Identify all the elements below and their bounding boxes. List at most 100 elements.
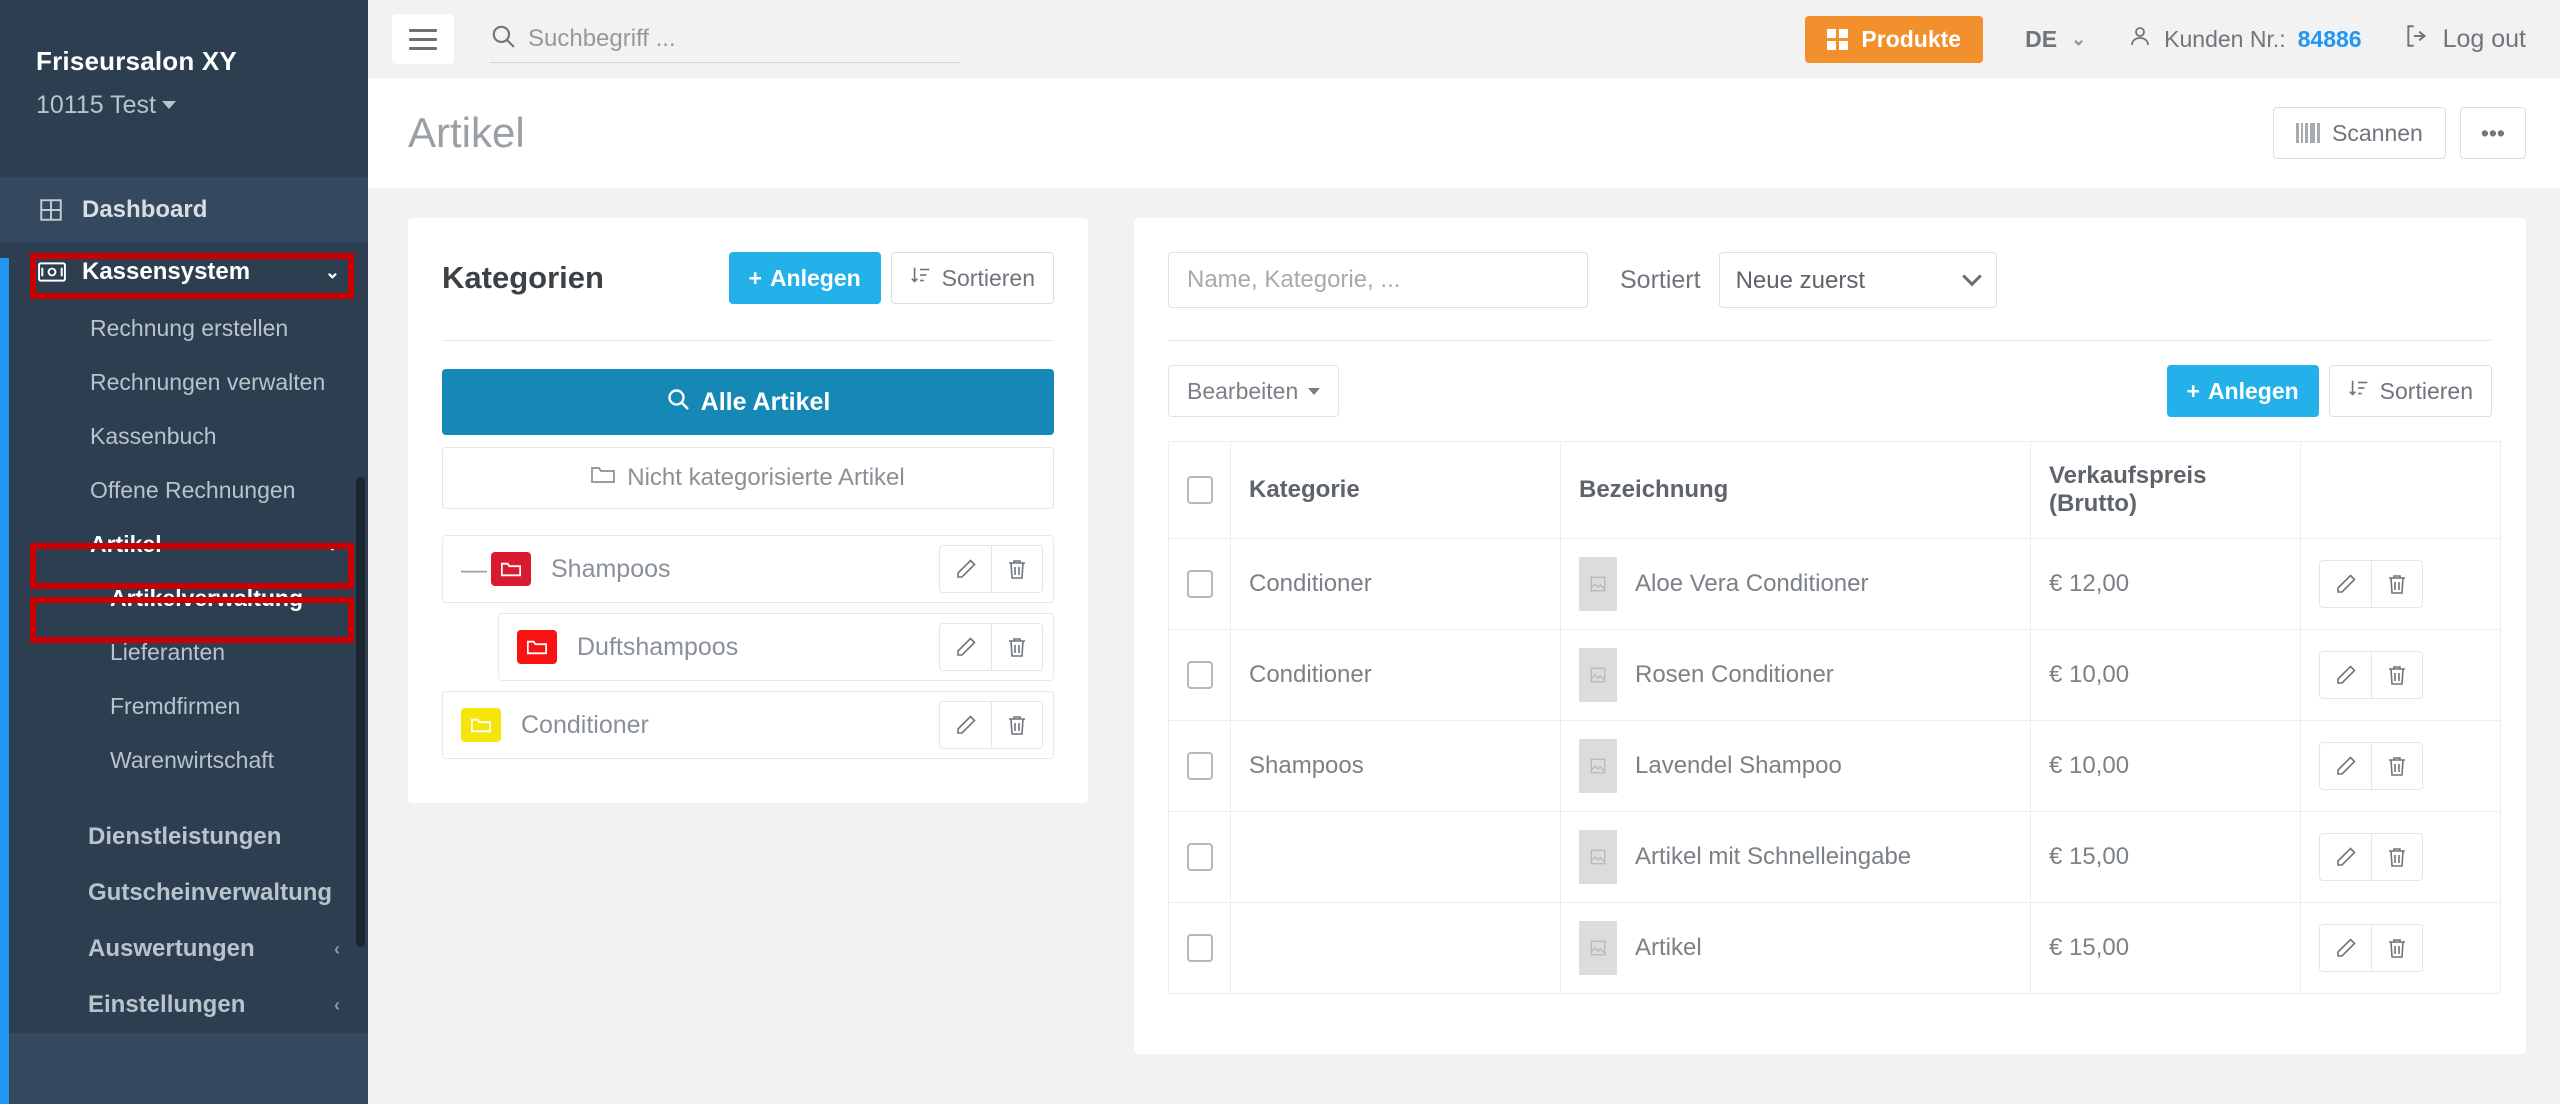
- delete-icon[interactable]: [2371, 651, 2423, 699]
- divider: [1168, 340, 2492, 341]
- all-articles-button[interactable]: Alle Artikel: [442, 369, 1054, 435]
- row-select-cell: [1168, 720, 1231, 812]
- sidebar-item-warenwirtschaft[interactable]: Warenwirtschaft: [0, 733, 368, 787]
- sidebar-item-gutscheinverwaltung[interactable]: Gutscheinverwaltung: [0, 865, 368, 921]
- category-tree: — Shampoos Duftshampoos Conditioner: [442, 535, 1054, 759]
- row-checkbox[interactable]: [1187, 934, 1213, 962]
- category-tree-item[interactable]: — Shampoos: [442, 535, 1054, 603]
- edit-icon[interactable]: [939, 701, 991, 749]
- edit-icon[interactable]: [2319, 833, 2371, 881]
- edit-icon[interactable]: [2319, 560, 2371, 608]
- language-selector[interactable]: DE ⌄: [2025, 26, 2086, 53]
- category-create-button[interactable]: + Anlegen: [728, 252, 881, 304]
- row-preis: € 15,00: [2030, 811, 2301, 903]
- row-kategorie: Shampoos: [1230, 720, 1561, 812]
- sidebar-item-kassenbuch[interactable]: Kassenbuch: [0, 409, 368, 463]
- table-row[interactable]: Conditioner Aloe Vera Conditioner € 12,0…: [1168, 538, 2501, 630]
- customer-label: Kunden Nr.:: [2164, 25, 2286, 52]
- language-label: DE: [2025, 25, 2058, 52]
- sidebar-item-offene-rechnungen-label: Offene Rechnungen: [90, 476, 296, 503]
- cash-icon: [38, 262, 72, 282]
- global-search[interactable]: [490, 15, 960, 63]
- sidebar-item-rechnung-erstellen[interactable]: Rechnung erstellen: [0, 301, 368, 355]
- delete-icon[interactable]: [2371, 560, 2423, 608]
- edit-icon[interactable]: [939, 623, 991, 671]
- edit-icon[interactable]: [2319, 742, 2371, 790]
- sidebar-item-artikelverwaltung[interactable]: Artikelverwaltung: [0, 571, 368, 625]
- bulk-edit-dropdown[interactable]: Bearbeiten: [1168, 365, 1340, 417]
- sidebar-item-kassensystem[interactable]: Kassensystem ⌄: [0, 243, 368, 301]
- row-checkbox[interactable]: [1187, 843, 1213, 871]
- delete-icon[interactable]: [2371, 924, 2423, 972]
- main-area: Produkte DE ⌄ Kunden Nr.: 84886: [368, 0, 2560, 1104]
- delete-icon[interactable]: [2371, 742, 2423, 790]
- hamburger-menu-icon[interactable]: [392, 14, 454, 64]
- table-row[interactable]: Artikel mit Schnelleingabe € 15,00: [1168, 811, 2501, 903]
- articles-table: Kategorie Bezeichnung Verkaufspreis (Bru…: [1168, 441, 2501, 994]
- articles-filter-input[interactable]: [1168, 252, 1588, 308]
- row-bezeichnung: Artikel mit Schnelleingabe: [1635, 843, 1912, 870]
- sidebar-item-dienstleistungen-label: Dienstleistungen: [88, 823, 282, 851]
- page-title: Artikel: [408, 109, 525, 156]
- edit-icon[interactable]: [2319, 924, 2371, 972]
- customer-number[interactable]: Kunden Nr.: 84886: [2128, 24, 2362, 54]
- edit-icon[interactable]: [939, 545, 991, 593]
- articles-toolbar-right: + Anlegen Sortieren: [2166, 365, 2492, 417]
- search-input[interactable]: [528, 24, 960, 53]
- sidebar-item-rechnungen-verwalten[interactable]: Rechnungen verwalten: [0, 355, 368, 409]
- sidebar-item-lieferanten[interactable]: Lieferanten: [0, 625, 368, 679]
- sidebar-item-auswertungen[interactable]: Auswertungen ‹: [0, 921, 368, 977]
- content-area: Kategorien + Anlegen Sortieren Alle Arti…: [368, 188, 2560, 1104]
- row-bezeichnung: Lavendel Shampoo: [1635, 752, 1842, 779]
- edit-icon[interactable]: [2319, 651, 2371, 699]
- article-sort-button[interactable]: Sortieren: [2328, 365, 2492, 417]
- sidebar-item-dienstleistungen[interactable]: Dienstleistungen: [0, 809, 368, 865]
- logout-icon: [2404, 23, 2430, 56]
- articles-filter-bar: Sortiert Neue zuerst: [1168, 252, 2492, 308]
- row-checkbox[interactable]: [1187, 570, 1213, 598]
- sort-select[interactable]: Neue zuerst: [1718, 252, 1997, 308]
- article-create-button[interactable]: + Anlegen: [2166, 365, 2319, 417]
- categories-title: Kategorien: [442, 260, 604, 295]
- sidebar-item-einstellungen[interactable]: Einstellungen ‹: [0, 977, 368, 1033]
- sort-icon: [2348, 377, 2370, 405]
- category-tree-item[interactable]: Conditioner: [442, 691, 1054, 759]
- category-tree-item[interactable]: Duftshampoos: [498, 613, 1054, 681]
- more-options-button[interactable]: •••: [2459, 107, 2526, 159]
- sort-select-wrapper: Neue zuerst: [1718, 252, 1997, 308]
- brand-location[interactable]: 10115 Test: [36, 91, 368, 120]
- scan-button[interactable]: Scannen: [2273, 107, 2446, 159]
- delete-icon[interactable]: [991, 701, 1043, 749]
- row-kategorie: Conditioner: [1230, 629, 1561, 721]
- row-bezeichnung-cell: Lavendel Shampoo: [1560, 720, 2031, 812]
- sidebar-item-einstellungen-label: Einstellungen: [88, 991, 246, 1019]
- uncategorized-articles-button[interactable]: Nicht kategorisierte Artikel: [442, 447, 1054, 509]
- delete-icon[interactable]: [991, 623, 1043, 671]
- table-row[interactable]: Artikel € 15,00: [1168, 902, 2501, 994]
- sidebar-brand[interactable]: Friseursalon XY 10115 Test: [0, 0, 368, 177]
- folder-icon: [591, 464, 616, 492]
- sidebar-item-artikel[interactable]: Artikel ⌄: [0, 517, 368, 571]
- table-row[interactable]: Shampoos Lavendel Shampoo € 10,00: [1168, 720, 2501, 812]
- row-checkbox[interactable]: [1187, 661, 1213, 689]
- category-row-actions: [939, 545, 1043, 593]
- bulk-edit-label: Bearbeiten: [1187, 377, 1299, 404]
- table-row[interactable]: Conditioner Rosen Conditioner € 10,00: [1168, 629, 2501, 721]
- row-checkbox[interactable]: [1187, 752, 1213, 780]
- delete-icon[interactable]: [2371, 833, 2423, 881]
- collapse-minus-icon[interactable]: —: [461, 556, 491, 582]
- category-name: Shampoos: [551, 554, 671, 583]
- delete-icon[interactable]: [991, 545, 1043, 593]
- select-all-checkbox[interactable]: [1187, 476, 1213, 504]
- row-select-cell: [1168, 538, 1231, 630]
- produkte-button[interactable]: Produkte: [1805, 15, 1984, 63]
- sidebar-item-dashboard[interactable]: Dashboard: [0, 177, 368, 244]
- articles-toolbar: Bearbeiten + Anlegen Sortieren: [1168, 365, 2492, 417]
- category-sort-button[interactable]: Sortieren: [890, 252, 1054, 304]
- logout-button[interactable]: Log out: [2404, 23, 2526, 56]
- brand-location-label: 10115 Test: [36, 91, 157, 119]
- sidebar-item-offene-rechnungen[interactable]: Offene Rechnungen: [0, 463, 368, 517]
- sidebar-item-fremdfirmen[interactable]: Fremdfirmen: [0, 679, 368, 733]
- category-name: Conditioner: [521, 710, 649, 739]
